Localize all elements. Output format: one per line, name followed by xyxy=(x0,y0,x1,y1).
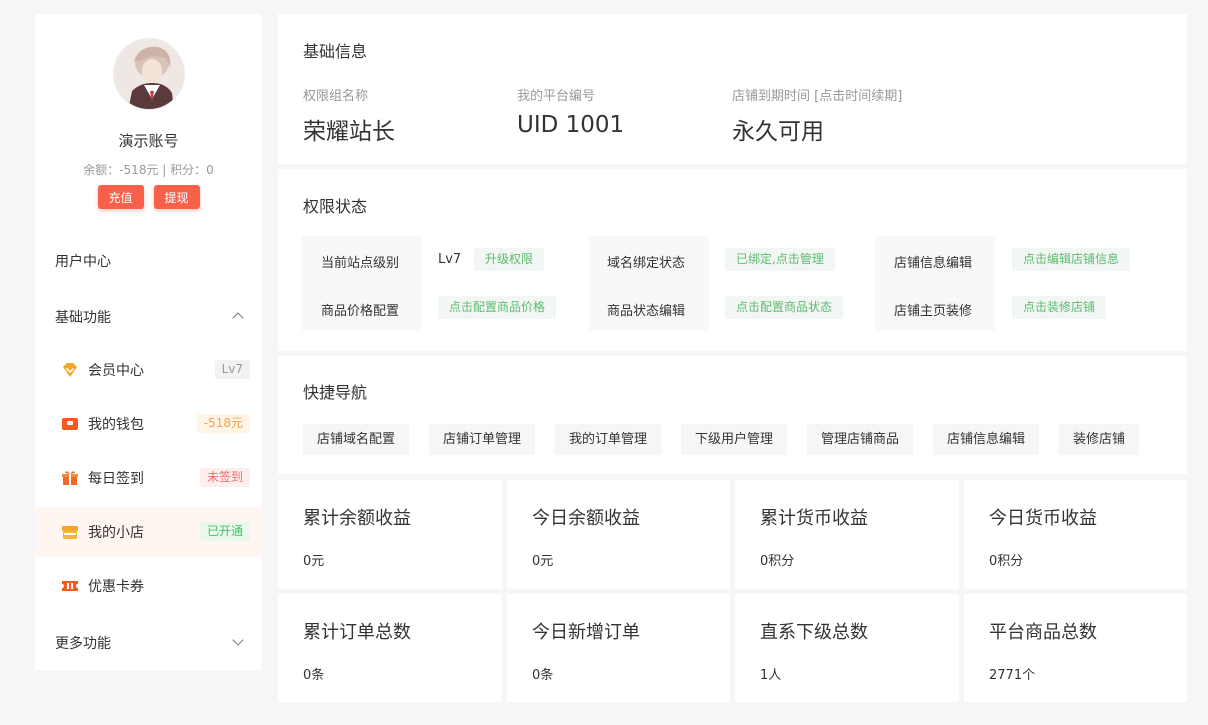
stat-value: 1人 xyxy=(760,668,782,683)
basic-info-title: 基础信息 xyxy=(303,42,368,61)
expiry-value[interactable]: 永久可用 xyxy=(732,112,824,146)
site-level-value: Lv7 xyxy=(438,252,462,267)
gift-icon xyxy=(60,468,80,488)
chevron-down-icon xyxy=(232,634,244,646)
status-edit-label: 商品状态编辑 xyxy=(607,304,686,319)
quick-nav-shop-info[interactable]: 店铺信息编辑 xyxy=(933,424,1040,455)
stat-card: 累计订单总数 0条 xyxy=(278,594,502,702)
nav-more-group[interactable]: 更多功能 xyxy=(35,618,262,668)
stat-title: 今日余额收益 xyxy=(532,508,640,529)
stat-value: 0条 xyxy=(303,668,325,683)
stat-card: 平台商品总数 2771个 xyxy=(964,594,1187,702)
price-config-button[interactable]: 点击配置商品价格 xyxy=(438,296,557,319)
stat-value: 0元 xyxy=(532,554,554,569)
nav-user-center[interactable]: 用户中心 xyxy=(35,236,262,286)
site-level-label: 当前站点级别 xyxy=(321,256,400,271)
group-name-value: 荣耀站长 xyxy=(303,119,395,145)
stat-title: 平台商品总数 xyxy=(989,622,1097,643)
permissions-title: 权限状态 xyxy=(303,197,368,216)
sidebar-item-label: 我的小店 xyxy=(88,525,144,541)
avatar[interactable] xyxy=(113,38,185,110)
stat-card: 累计货币收益 0积分 xyxy=(735,480,959,589)
decorate-label: 店铺主页装修 xyxy=(894,304,973,319)
quick-nav-products[interactable]: 管理店铺商品 xyxy=(807,424,914,455)
balance-line: 余额：-518元 | 积分：0 xyxy=(83,163,214,177)
price-config-label: 商品价格配置 xyxy=(321,304,400,319)
stat-title: 累计余额收益 xyxy=(303,508,411,529)
shop-badge: 已开通 xyxy=(199,522,250,541)
sidebar-item-label: 优惠卡券 xyxy=(88,579,144,595)
sidebar-item-label: 每日签到 xyxy=(88,471,144,487)
sidebar-item-label: 会员中心 xyxy=(88,363,144,379)
status-config-button[interactable]: 点击配置商品状态 xyxy=(725,296,844,319)
stat-value: 0积分 xyxy=(760,554,795,569)
basic-info-card: 基础信息 权限组名称 荣耀站长 我的平台编号 UID 1001 店铺到期时间 [… xyxy=(278,14,1187,164)
domain-manage-button[interactable]: 已绑定,点击管理 xyxy=(725,248,835,271)
stat-title: 今日货币收益 xyxy=(989,508,1097,529)
group-name-label: 权限组名称 xyxy=(303,89,369,104)
user-name: 演示账号 xyxy=(118,132,179,150)
sidebar-item-coupon[interactable]: 优惠卡券 xyxy=(35,561,262,611)
expiry-label[interactable]: 店铺到期时间 [点击时间续期] xyxy=(732,85,902,104)
sidebar-item-wallet[interactable]: 我的钱包 -518元 xyxy=(35,399,262,449)
diamond-icon xyxy=(60,360,80,380)
coupon-icon xyxy=(60,576,80,596)
sidebar-item-label: 我的钱包 xyxy=(88,417,144,433)
quick-nav-my-orders[interactable]: 我的订单管理 xyxy=(555,424,662,455)
shop-info-edit-button[interactable]: 点击编辑店铺信息 xyxy=(1012,248,1131,271)
quick-nav-shop-orders[interactable]: 店铺订单管理 xyxy=(429,424,536,455)
quick-nav-domain[interactable]: 店铺域名配置 xyxy=(303,424,410,455)
stat-card: 累计余额收益 0元 xyxy=(278,480,502,589)
checkin-badge: 未签到 xyxy=(199,468,250,487)
sidebar-item-member[interactable]: 会员中心 Lv7 xyxy=(35,345,262,395)
withdraw-button[interactable]: 提现 xyxy=(153,185,200,209)
platform-id-value: UID 1001 xyxy=(517,112,625,138)
sidebar-item-checkin[interactable]: 每日签到 未签到 xyxy=(35,453,262,503)
domain-label: 域名绑定状态 xyxy=(607,256,686,271)
stat-card: 今日余额收益 0元 xyxy=(507,480,730,589)
stat-title: 累计订单总数 xyxy=(303,622,411,643)
recharge-button[interactable]: 充值 xyxy=(97,185,144,209)
wallet-badge: -518元 xyxy=(196,414,250,433)
stat-title: 累计货币收益 xyxy=(760,508,868,529)
stat-title: 今日新增订单 xyxy=(532,622,640,643)
stat-value: 2771个 xyxy=(989,668,1036,683)
stat-value: 0元 xyxy=(303,554,325,569)
shop-icon xyxy=(60,522,80,542)
upgrade-button[interactable]: 升级权限 xyxy=(474,248,545,271)
quick-nav-decorate[interactable]: 装修店铺 xyxy=(1059,424,1140,455)
nav-more-group-label: 更多功能 xyxy=(55,636,111,652)
stat-title: 直系下级总数 xyxy=(760,622,868,643)
nav-basic-group-label: 基础功能 xyxy=(55,310,111,326)
nav-basic-group[interactable]: 基础功能 xyxy=(35,292,262,342)
decorate-button[interactable]: 点击装修店铺 xyxy=(1012,296,1107,319)
wallet-icon xyxy=(60,414,80,434)
quick-nav-card: 快捷导航 店铺域名配置 店铺订单管理 我的订单管理 下级用户管理 管理店铺商品 … xyxy=(278,356,1187,474)
quick-nav-sub-users[interactable]: 下级用户管理 xyxy=(681,424,788,455)
stat-value: 0积分 xyxy=(989,554,1024,569)
sidebar: 演示账号 余额：-518元 | 积分：0 充值 提现 用户中心 基础功能 会员中… xyxy=(35,14,262,670)
level-badge: Lv7 xyxy=(214,360,250,379)
stat-card: 直系下级总数 1人 xyxy=(735,594,959,702)
quick-nav-title: 快捷导航 xyxy=(303,383,368,402)
sidebar-item-shop[interactable]: 我的小店 已开通 xyxy=(35,507,262,557)
platform-id-label: 我的平台编号 xyxy=(517,89,596,104)
permissions-card: 权限状态 当前站点级别 Lv7 升级权限 域名绑定状态 已绑定,点击管理 店铺信… xyxy=(278,169,1187,351)
stat-value: 0条 xyxy=(532,668,554,683)
chevron-up-icon xyxy=(232,312,244,324)
shop-info-label: 店铺信息编辑 xyxy=(894,256,973,271)
stat-card: 今日货币收益 0积分 xyxy=(964,480,1187,589)
stat-card: 今日新增订单 0条 xyxy=(507,594,730,702)
nav-user-center-label: 用户中心 xyxy=(55,254,111,270)
